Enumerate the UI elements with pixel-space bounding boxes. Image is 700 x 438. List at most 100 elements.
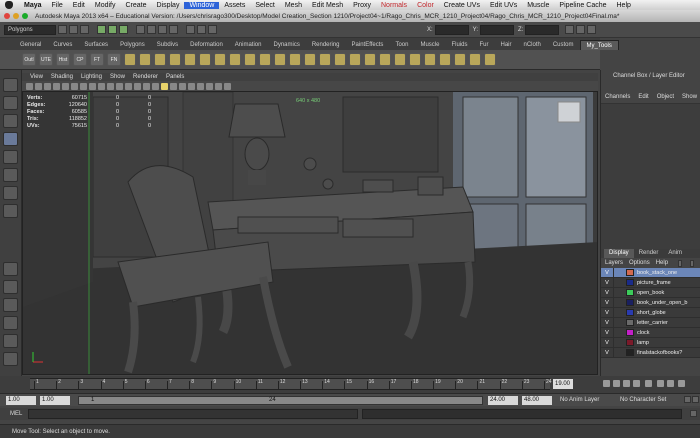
soften-edge-icon[interactable] xyxy=(469,53,481,66)
layer-row[interactable]: Vpicture_frame xyxy=(601,278,700,288)
mel-label[interactable]: MEL xyxy=(10,411,22,417)
select-tool-icon[interactable] xyxy=(3,78,18,92)
select-component-icon[interactable] xyxy=(119,25,128,34)
layer-color-swatch[interactable] xyxy=(626,329,634,336)
shadows-icon[interactable] xyxy=(170,82,177,90)
manipulator-tool-icon[interactable] xyxy=(3,186,18,200)
tab-display-layers[interactable]: Display xyxy=(604,249,634,258)
menu-assets[interactable]: Assets xyxy=(219,2,250,9)
layer-color-swatch[interactable] xyxy=(626,349,634,356)
viewport-menu-shading[interactable]: Shading xyxy=(47,74,77,80)
layer-color-swatch[interactable] xyxy=(626,279,634,286)
lasso-tool-icon[interactable] xyxy=(3,96,18,110)
combine-icon[interactable] xyxy=(229,53,241,66)
layer-color-swatch[interactable] xyxy=(626,319,634,326)
scale-tool-icon[interactable] xyxy=(3,168,18,182)
persp-graph-layout-icon[interactable] xyxy=(3,316,18,330)
menu-edit-mesh[interactable]: Edit Mesh xyxy=(307,2,348,9)
uv-editor-shelf-button[interactable]: UTE xyxy=(39,53,53,66)
shelf-tab-fur[interactable]: Fur xyxy=(473,40,494,50)
automatic-mapping-icon[interactable] xyxy=(394,53,406,66)
center-pivot-shelf-button[interactable]: CP xyxy=(73,53,87,66)
mel-command-input[interactable] xyxy=(28,409,358,419)
new-layer-selected-icon[interactable] xyxy=(690,259,694,267)
time-ruler[interactable]: 1 2 3 4 5 6 7 8 9 10 11 12 13 14 15 16 17 18 19 20 21 22 23 24 xyxy=(30,378,552,390)
layer-type-toggle[interactable] xyxy=(613,308,623,317)
channel-box-menu-edit[interactable]: Edit xyxy=(638,94,648,103)
menu-file[interactable]: File xyxy=(47,2,68,9)
image-plane-icon[interactable] xyxy=(53,82,60,90)
outliner-shelf-button[interactable]: Outl xyxy=(22,53,36,66)
layer-color-swatch[interactable] xyxy=(626,339,634,346)
select-hierarchy-icon[interactable] xyxy=(97,25,106,34)
play-backwards-icon[interactable] xyxy=(633,380,640,387)
layer-row[interactable]: Vclock xyxy=(601,328,700,338)
shelf-tab-ncloth[interactable]: nCloth xyxy=(518,40,547,50)
shelf-tab-muscle[interactable]: Muscle xyxy=(414,40,445,50)
layout-uv-icon[interactable] xyxy=(454,53,466,66)
shelf-tab-custom[interactable]: Custom xyxy=(547,40,580,50)
spherical-mapping-icon[interactable] xyxy=(379,53,391,66)
menu-normals[interactable]: Normals xyxy=(376,2,412,9)
y-field[interactable] xyxy=(480,24,515,35)
layer-visibility-toggle[interactable]: V xyxy=(601,280,613,286)
viewport-menu-renderer[interactable]: Renderer xyxy=(129,74,162,80)
menu-mesh[interactable]: Mesh xyxy=(280,2,307,9)
use-all-lights-icon[interactable] xyxy=(161,82,168,90)
snap-curve-icon[interactable] xyxy=(147,25,156,34)
open-scene-icon[interactable] xyxy=(69,25,78,34)
layer-color-swatch[interactable] xyxy=(626,299,634,306)
fill-hole-icon[interactable] xyxy=(274,53,286,66)
apple-icon[interactable] xyxy=(5,1,13,9)
layer-type-toggle[interactable] xyxy=(613,338,623,347)
channel-box-menu-object[interactable]: Object xyxy=(657,94,674,103)
layer-row[interactable]: Vbook_under_open_b xyxy=(601,298,700,308)
menu-muscle[interactable]: Muscle xyxy=(522,2,554,9)
layer-type-toggle[interactable] xyxy=(613,298,623,307)
menu-set-dropdown[interactable]: Polygons xyxy=(4,24,56,35)
layer-visibility-toggle[interactable]: V xyxy=(601,270,613,276)
layer-visibility-toggle[interactable]: V xyxy=(601,300,613,306)
menu-color[interactable]: Color xyxy=(412,2,439,9)
step-back-key-icon[interactable] xyxy=(613,380,620,387)
shelf-tab-hair[interactable]: Hair xyxy=(494,40,517,50)
safe-action-icon[interactable] xyxy=(107,82,114,90)
character-set-dropdown[interactable]: No Character Set xyxy=(620,397,666,403)
app-menu[interactable]: Maya xyxy=(19,2,47,9)
layer-row[interactable]: Vopen_book xyxy=(601,288,700,298)
shelf-tab-fluids[interactable]: Fluids xyxy=(445,40,473,50)
range-slider[interactable]: 1 24 xyxy=(78,396,483,405)
rotate-tool-icon[interactable] xyxy=(3,150,18,164)
cylindrical-mapping-icon[interactable] xyxy=(364,53,376,66)
step-forward-frame-icon[interactable] xyxy=(657,380,664,387)
film-gate-icon[interactable] xyxy=(71,82,78,90)
textured-icon[interactable] xyxy=(152,82,159,90)
safe-title-icon[interactable] xyxy=(116,82,123,90)
shelf-tab-subdivs[interactable]: Subdivs xyxy=(151,40,184,50)
layer-visibility-toggle[interactable]: V xyxy=(601,350,613,356)
layer-row[interactable]: Vletter_carrier xyxy=(601,318,700,328)
insert-edge-loop-icon[interactable] xyxy=(199,53,211,66)
show-tool-settings-icon[interactable] xyxy=(576,25,586,34)
shelf-tab-rendering[interactable]: Rendering xyxy=(306,40,346,50)
shelf-tab-general[interactable]: General xyxy=(14,40,47,50)
hypershade-layout-icon[interactable] xyxy=(3,334,18,348)
viewport-menu-view[interactable]: View xyxy=(26,74,47,80)
layer-menu-options[interactable]: Options xyxy=(629,260,650,266)
new-layer-icon[interactable] xyxy=(678,259,683,267)
planar-mapping-icon[interactable] xyxy=(349,53,361,66)
shelf-tab-polygons[interactable]: Polygons xyxy=(114,40,151,50)
single-perspective-layout-icon[interactable] xyxy=(3,262,18,276)
freeze-transforms-shelf-button[interactable]: FT xyxy=(90,53,104,66)
playback-start-field[interactable]: 1.00 xyxy=(40,396,70,405)
merge-vertices-icon[interactable] xyxy=(214,53,226,66)
ipr-render-icon[interactable] xyxy=(197,25,206,34)
channel-box-menu-show[interactable]: Show xyxy=(682,94,697,103)
layer-visibility-toggle[interactable]: V xyxy=(601,290,613,296)
render-settings-icon[interactable] xyxy=(208,25,217,34)
channel-box-menu-channels[interactable]: Channels xyxy=(605,94,630,103)
persp-outliner-layout-icon[interactable] xyxy=(3,298,18,312)
time-slider[interactable]: 1 2 3 4 5 6 7 8 9 10 11 12 13 14 15 16 17 18 19 20 21 22 23 24 … xyxy=(0,376,700,393)
layer-visibility-toggle[interactable]: V xyxy=(601,340,613,346)
menu-edit[interactable]: Edit xyxy=(68,2,90,9)
